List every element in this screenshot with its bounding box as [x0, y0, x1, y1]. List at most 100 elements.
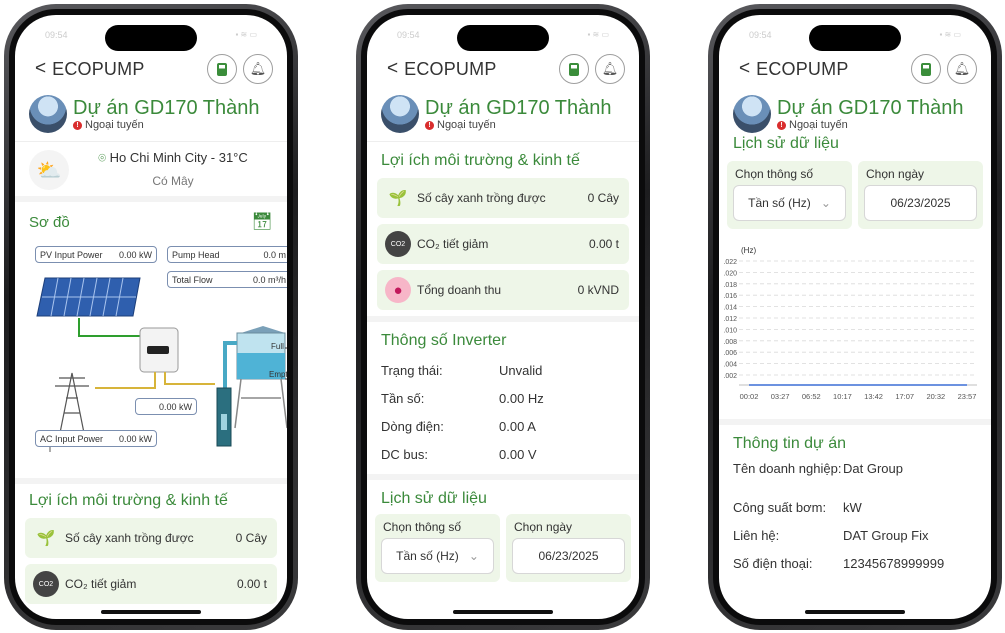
info-row: Liên hệ: DAT Group Fix [719, 521, 991, 549]
history-chart: (Hz) .022 .020 .018 .016 .014 .012 .010 .008 .006… [719, 235, 991, 419]
system-diagram: PV Input Power 0.00 kW Pump Head 0.0 m Tot… [15, 238, 287, 478]
param-picker: Chọn thông số Tần số (Hz) ⌄ [727, 161, 852, 229]
offline-icon: ! [777, 120, 786, 130]
x-tick-label: 17:07 [895, 392, 914, 401]
info-row: Công suất bơm: kW [719, 493, 991, 521]
partly-cloudy-icon: ⛅ [29, 150, 69, 190]
battery-button[interactable] [559, 54, 589, 84]
status-bar: 09:54 ▪ ≋ ▭ [15, 15, 287, 51]
weather-city: Ho Chi Minh City [109, 150, 208, 165]
y-tick-label: .010 [723, 327, 737, 334]
head-unit: m [278, 249, 287, 260]
ac-input-power: AC Input Power 0.00 kW [35, 430, 157, 447]
battery-icon [569, 62, 579, 76]
piggy-bank-icon: ● [385, 277, 411, 303]
calendar-icon[interactable]: 📅︎ [251, 212, 273, 232]
x-tick-label: 23:57 [958, 392, 977, 401]
pump-well-icon [216, 387, 232, 447]
battery-icon [217, 62, 227, 76]
info-value: 12345678999999 [843, 555, 945, 571]
y-tick-label: .004 [723, 362, 737, 369]
bell-icon: 🔔︎ [249, 61, 267, 76]
co2-icon: CO2 [33, 571, 59, 597]
info-value: kW [843, 499, 862, 515]
date-picker: Chọn ngày 06/23/2025 [858, 161, 983, 229]
notification-button[interactable]: 🔔︎ [947, 54, 977, 84]
bezel: 09:54 ▪ ≋ ▭ < ECOPUMP 🔔︎ Dự án GD170 Thà… [9, 9, 293, 625]
status-time: 09:54 [45, 30, 68, 40]
param-select[interactable]: Tần số (Hz) ⌄ [381, 538, 494, 574]
inverter-row: Trạng thái: Unvalid [367, 356, 639, 384]
inverter-value: 0.00 A [499, 418, 536, 434]
location-pin-icon: ⌾ [98, 150, 107, 165]
benefit-value: 0 kVND [577, 283, 619, 297]
date-label: Chọn ngày [866, 167, 925, 181]
back-button[interactable]: < [35, 58, 46, 80]
param-label: Chọn thông số [735, 167, 814, 181]
inv-value: 0.00 [158, 401, 177, 412]
pv-input-power: PV Input Power 0.00 kW [35, 246, 157, 263]
info-key: Số điện thoại: [733, 555, 813, 571]
back-button[interactable]: < [387, 58, 398, 80]
battery-button[interactable] [911, 54, 941, 84]
date-input[interactable]: 06/23/2025 [864, 185, 977, 221]
date-input[interactable]: 06/23/2025 [512, 538, 625, 574]
info-value: Dat Group [843, 461, 903, 476]
screen-history: 09:54 ▪ ≋ ▭ < ECOPUMP 🔔︎ Dự án GD170 Thà… [719, 15, 991, 619]
param-picker: Chọn thông số Tần số (Hz) ⌄ [375, 514, 500, 582]
dynamic-island [457, 25, 549, 51]
x-tick-label: 03:27 [771, 392, 790, 401]
notification-button[interactable]: 🔔︎ [243, 54, 273, 84]
y-tick-label: .008 [723, 339, 737, 346]
info-row: Tên doanh nghiệp: Dat Group [719, 459, 991, 493]
inverter-value: 0.00 Hz [499, 390, 544, 406]
battery-button[interactable] [207, 54, 237, 84]
project-title: Dự án GD170 Thành [73, 97, 260, 119]
benefits-title: Lợi ích môi trường & kinh tế [381, 152, 580, 169]
benefit-label: Số cây xanh trồng được [65, 531, 194, 545]
benefit-label: Tổng doanh thu [417, 283, 502, 297]
x-tick-label: 13:42 [864, 392, 883, 401]
benefit-value: 0.00 t [236, 577, 267, 591]
back-button[interactable]: < [739, 58, 750, 80]
project-header: Dự án GD170 Thành ! Ngoại tuyến [367, 89, 639, 142]
head-value: 0.0 [263, 249, 276, 260]
benefits-title: Lợi ích môi trường & kinh tế [29, 492, 228, 509]
pv-value: 0.00 [118, 249, 137, 260]
diagram-title: Sơ đồ [29, 213, 70, 231]
notification-button[interactable]: 🔔︎ [595, 54, 625, 84]
x-tick-label: 10:17 [833, 392, 852, 401]
benefit-trees: 🌱 Số cây xanh trồng được 0 Cây [377, 178, 629, 218]
bezel: 09:54 ▪ ≋ ▭ < ECOPUMP 🔔︎ Dự án GD170 Thà… [713, 9, 997, 625]
benefit-value: 0.00 t [588, 237, 619, 251]
info-key: Liên hệ: [733, 527, 780, 543]
y-tick-label: .012 [723, 316, 737, 323]
project-title: Dự án GD170 Thành [777, 97, 964, 119]
project-status: ! Ngoại tuyến [777, 119, 963, 131]
benefit-trees: 🌱 Số cây xanh trồng được 0 Cây [25, 518, 277, 558]
project-header: Dự án GD170 Thành ! Ngoại tuyến [719, 89, 991, 135]
home-indicator [101, 610, 201, 614]
inverter-power: 0.00 kW [135, 398, 197, 415]
y-tick-label: .020 [723, 270, 737, 277]
y-tick-label: .014 [723, 305, 737, 312]
inverter-row: DC bus: 0.00 V [367, 440, 639, 468]
project-info-title: Thông tin dự án [733, 435, 847, 452]
top-bar: < ECOPUMP 🔔︎ [367, 49, 639, 89]
info-row: Số điện thoại: 12345678999999 [719, 549, 991, 577]
status-text: Ngoại tuyến [85, 119, 144, 131]
power-tower-icon [55, 372, 89, 434]
param-select[interactable]: Tần số (Hz) ⌄ [733, 185, 846, 221]
app-brand: ECOPUMP [404, 58, 497, 79]
dynamic-island [809, 25, 901, 51]
battery-icon [921, 62, 931, 76]
flow-label: Total Flow [172, 274, 213, 285]
home-indicator [805, 610, 905, 614]
x-tick-label: 00:02 [740, 392, 759, 401]
app-brand: ECOPUMP [52, 58, 145, 79]
flow-unit: m³/h [268, 274, 286, 285]
top-bar: < ECOPUMP 🔔︎ [719, 49, 991, 89]
benefit-label: Số cây xanh trồng được [417, 191, 546, 205]
ac-value: 0.00 [118, 433, 137, 444]
ac-unit: kW [139, 433, 152, 444]
